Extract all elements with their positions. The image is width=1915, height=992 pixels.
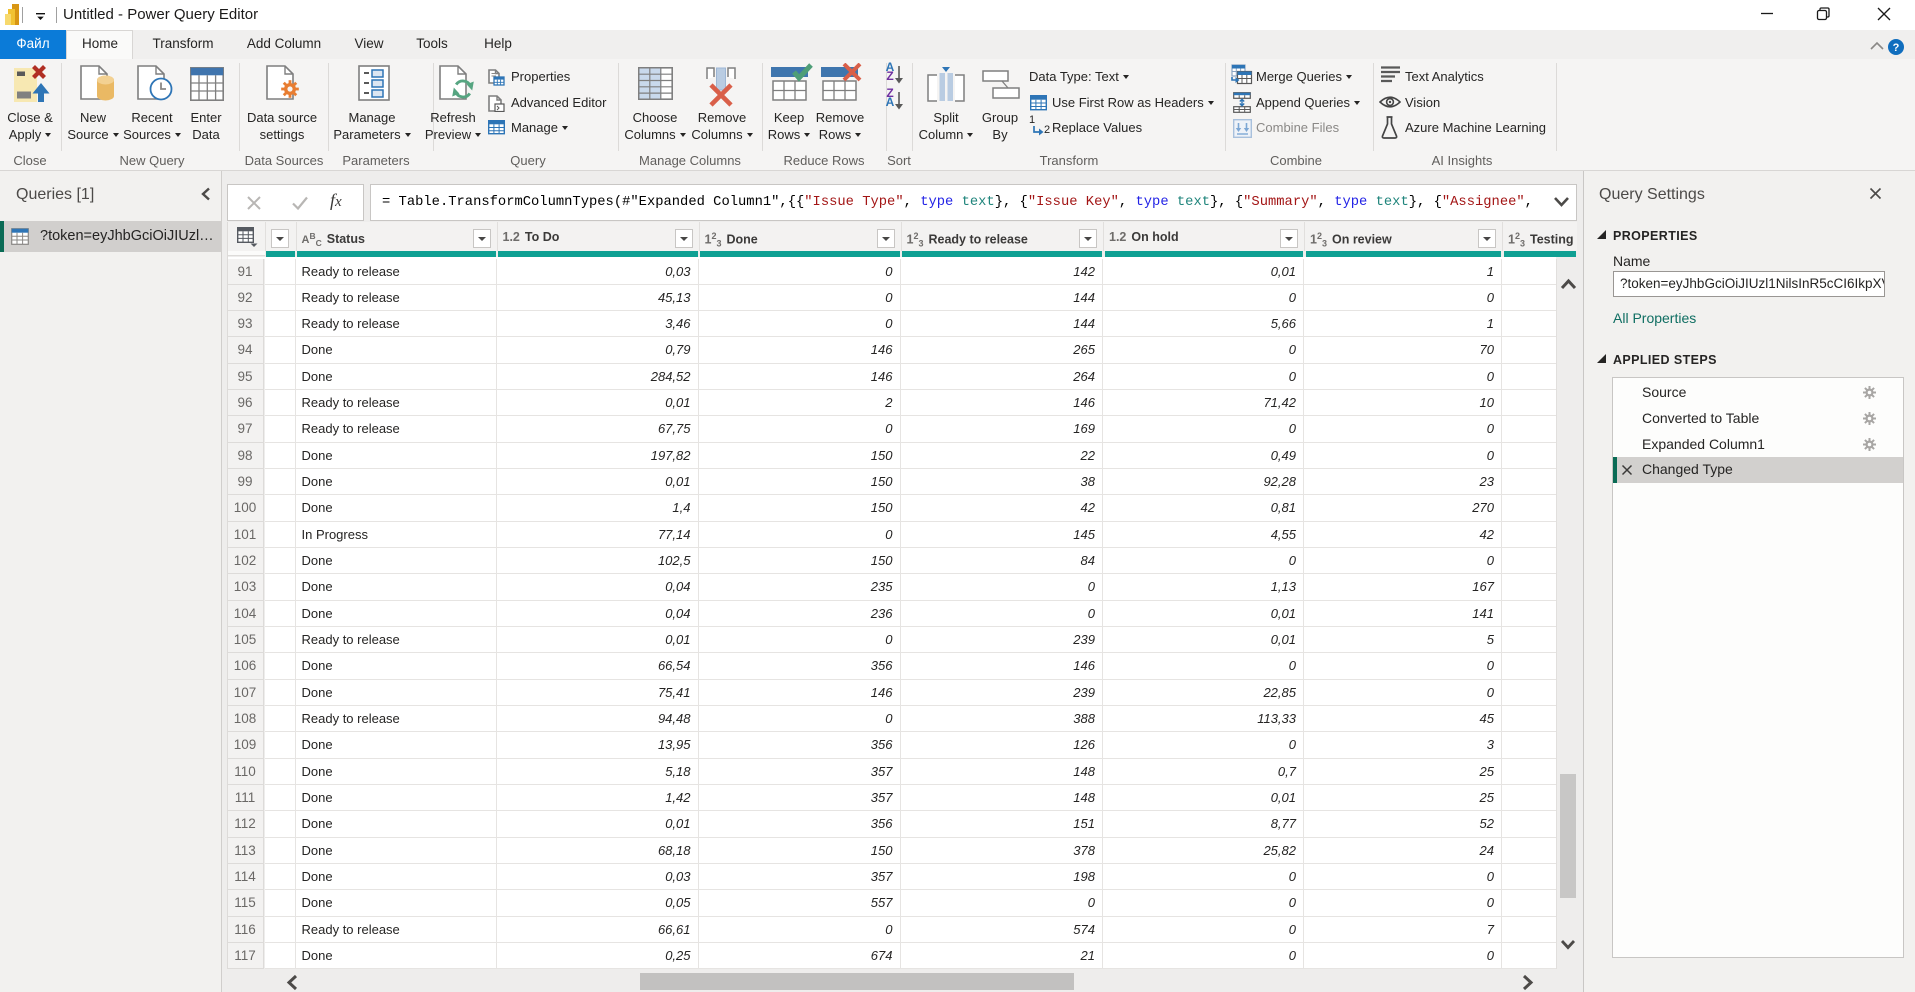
- svg-text:?: ?: [1893, 42, 1900, 54]
